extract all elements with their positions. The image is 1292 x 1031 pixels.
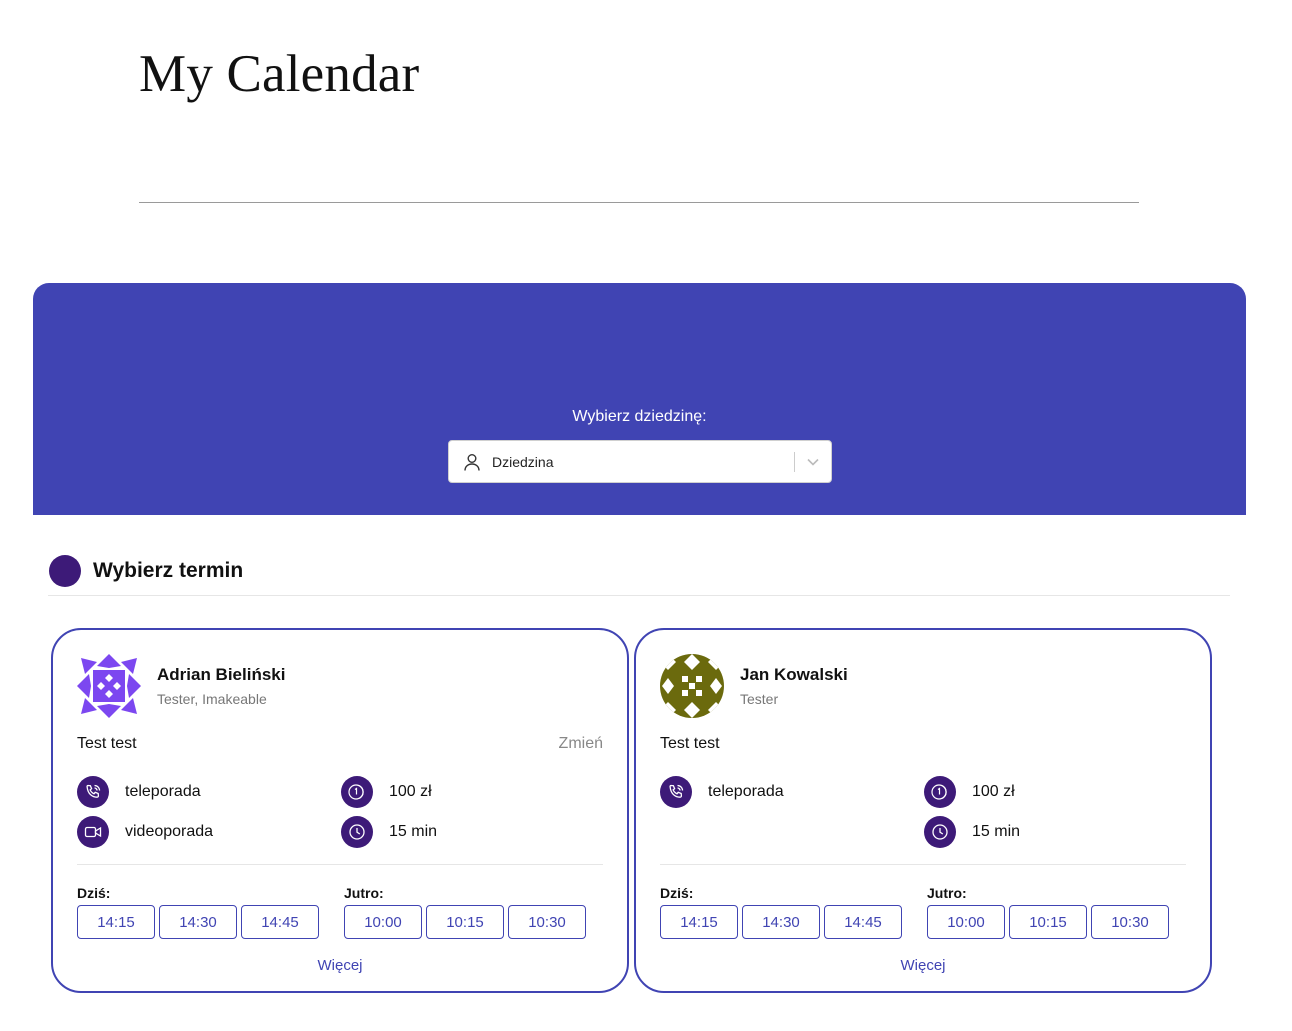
price-value: 100 zł <box>389 783 432 800</box>
time-slot-button[interactable]: 14:15 <box>77 905 155 939</box>
chevron-down-icon[interactable] <box>795 441 831 482</box>
avatar <box>660 654 724 718</box>
domain-select[interactable]: Dziedzina <box>448 440 832 483</box>
specialist-name: Adrian Bieliński <box>157 665 286 684</box>
time-slot-button[interactable]: 10:00 <box>927 905 1005 939</box>
consultation-type-phone: teleporada <box>660 776 784 808</box>
phone-icon <box>77 776 109 808</box>
tomorrow-slots: 10:00 10:15 10:30 <box>927 905 1169 939</box>
consultation-type-label: teleporada <box>708 783 784 800</box>
time-slot-button[interactable]: 14:30 <box>159 905 237 939</box>
specialist-card: Jan Kowalski Tester Test test teleporada… <box>634 628 1212 993</box>
consultation-type-video: videoporada <box>77 816 213 848</box>
today-slots: 14:15 14:30 14:45 <box>77 905 319 939</box>
price-icon <box>924 776 956 808</box>
specialist-card: Adrian Bieliński Tester, Imakeable Test … <box>51 628 629 993</box>
person-icon <box>461 451 483 473</box>
time-slot-button[interactable]: 10:30 <box>508 905 586 939</box>
tomorrow-label: Jutro: <box>344 885 384 901</box>
domain-select-value: Dziedzina <box>492 453 554 470</box>
time-slot-button[interactable]: 14:15 <box>660 905 738 939</box>
specialist-role: Tester, Imakeable <box>157 691 267 707</box>
duration-value: 15 min <box>972 823 1021 840</box>
price-value: 100 zł <box>972 783 1015 800</box>
video-icon <box>77 816 109 848</box>
consultation-type-phone: teleporada <box>77 776 201 808</box>
duration-info: 15 min <box>924 816 1020 848</box>
section-header: Wybierz termin <box>48 555 1230 596</box>
service-name: Test test <box>77 735 137 752</box>
time-slot-button[interactable]: 10:30 <box>1091 905 1169 939</box>
today-label: Dziś: <box>77 885 111 901</box>
consultation-type-label: videoporada <box>125 823 214 840</box>
time-slot-button[interactable]: 10:15 <box>1009 905 1087 939</box>
price-info: 100 zł <box>341 776 432 808</box>
time-slot-button[interactable]: 10:00 <box>344 905 422 939</box>
domain-banner: Wybierz dziedzinę: Dziedzina <box>33 283 1246 515</box>
card-divider <box>660 864 1186 865</box>
clock-icon <box>341 816 373 848</box>
duration-value: 15 min <box>389 823 438 840</box>
section-title: Wybierz termin <box>93 559 244 582</box>
time-slot-button[interactable]: 14:45 <box>241 905 319 939</box>
price-info: 100 zł <box>924 776 1015 808</box>
specialist-name: Jan Kowalski <box>740 665 848 684</box>
card-divider <box>77 864 603 865</box>
duration-info: 15 min <box>341 816 437 848</box>
clock-icon <box>924 816 956 848</box>
phone-icon <box>660 776 692 808</box>
avatar <box>77 654 141 718</box>
today-label: Dziś: <box>660 885 694 901</box>
time-slot-button[interactable]: 10:15 <box>426 905 504 939</box>
specialist-role: Tester <box>740 691 779 707</box>
change-button[interactable]: Zmień <box>559 735 603 753</box>
price-icon <box>341 776 373 808</box>
section-dot-icon <box>49 555 81 587</box>
today-slots: 14:15 14:30 14:45 <box>660 905 902 939</box>
time-slot-button[interactable]: 14:45 <box>824 905 902 939</box>
service-name: Test test <box>660 735 720 752</box>
tomorrow-slots: 10:00 10:15 10:30 <box>344 905 586 939</box>
title-divider <box>139 202 1139 203</box>
more-link[interactable]: Więcej <box>53 957 627 974</box>
page-title: My Calendar <box>139 45 420 103</box>
consultation-type-label: teleporada <box>125 783 201 800</box>
tomorrow-label: Jutro: <box>927 885 967 901</box>
time-slot-button[interactable]: 14:30 <box>742 905 820 939</box>
more-link[interactable]: Więcej <box>636 957 1210 974</box>
domain-label: Wybierz dziedzinę: <box>572 408 707 425</box>
